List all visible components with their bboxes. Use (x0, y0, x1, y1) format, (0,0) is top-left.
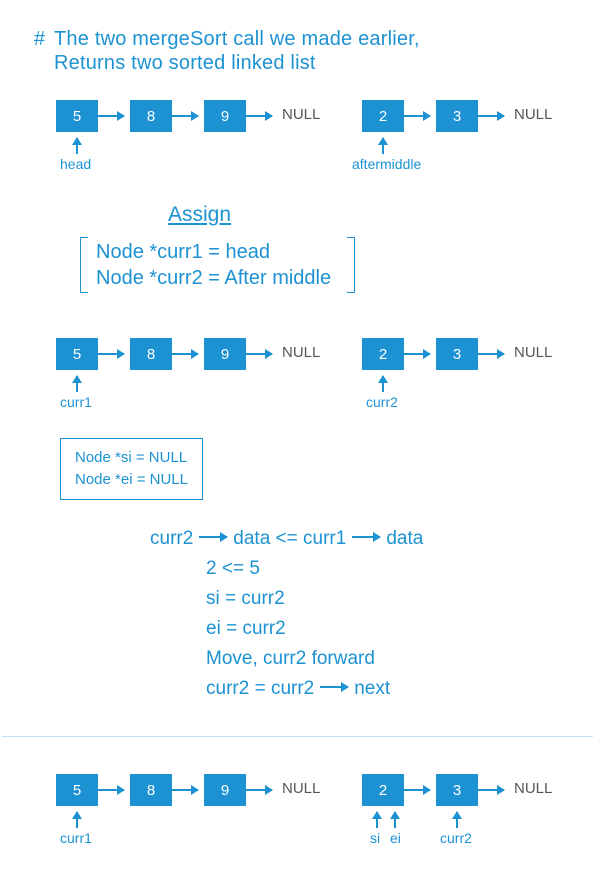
node: 2 (362, 100, 404, 132)
text: curr2 = curr2 (206, 678, 314, 699)
null-label: NULL (282, 344, 320, 361)
hash-mark: # (34, 28, 45, 51)
arrow-icon (478, 115, 504, 117)
arrow-icon (172, 789, 198, 791)
pointer-label-aftermiddle: aftermiddle (352, 156, 421, 172)
assign-code: Node *curr1 = head Node *curr2 = After m… (96, 239, 331, 291)
arrow-icon (172, 353, 198, 355)
node: 9 (204, 100, 246, 132)
arrow-up-icon (456, 812, 458, 828)
arrow-icon (246, 115, 272, 117)
arrow-up-icon (382, 376, 384, 392)
arrow-up-icon (394, 812, 396, 828)
arrow-icon (246, 353, 272, 355)
node: 2 (362, 338, 404, 370)
pointer-label-curr1: curr1 (60, 394, 92, 410)
node: 2 (362, 774, 404, 806)
arrow-icon (320, 686, 348, 688)
pointer-label-curr2: curr2 (440, 830, 472, 846)
arrow-up-icon (382, 138, 384, 154)
assign-heading: Assign (168, 203, 231, 227)
code-line: Node *curr2 = After middle (96, 265, 331, 291)
arrow-icon (98, 353, 124, 355)
logic-line: curr2 = curr2 next (150, 674, 423, 704)
arrow-icon (404, 789, 430, 791)
null-label: NULL (514, 106, 552, 123)
node: 3 (436, 338, 478, 370)
arrow-up-icon (76, 376, 78, 392)
arrow-icon (404, 353, 430, 355)
arrow-icon (478, 353, 504, 355)
pointer-label-ei: ei (390, 830, 401, 846)
node: 9 (204, 338, 246, 370)
arrow-up-icon (376, 812, 378, 828)
node: 5 (56, 774, 98, 806)
arrow-up-icon (76, 138, 78, 154)
logic-block: curr2 data <= curr1 data 2 <= 5 si = curr2… (150, 524, 423, 704)
arrow-icon (478, 789, 504, 791)
title-line-1: The two mergeSort call we made earlier, (54, 28, 420, 51)
node: 3 (436, 100, 478, 132)
node: 3 (436, 774, 478, 806)
arrow-icon (172, 115, 198, 117)
null-label: NULL (282, 780, 320, 797)
title-line-2: Returns two sorted linked list (54, 52, 316, 75)
arrow-up-icon (76, 812, 78, 828)
node: 8 (130, 338, 172, 370)
arrow-icon (404, 115, 430, 117)
null-label: NULL (514, 780, 552, 797)
null-label: NULL (282, 106, 320, 123)
logic-line: ei = curr2 (150, 614, 423, 644)
node: 9 (204, 774, 246, 806)
bracket-left-icon (80, 237, 88, 293)
text: next (354, 678, 390, 699)
text: curr2 (150, 528, 193, 549)
node: 5 (56, 100, 98, 132)
logic-line: Move, curr2 forward (150, 644, 423, 674)
pointer-label-curr2: curr2 (366, 394, 398, 410)
pointer-label-si: si (370, 830, 380, 846)
null-label: NULL (514, 344, 552, 361)
logic-line: curr2 data <= curr1 data (150, 524, 423, 554)
text: data (386, 528, 423, 549)
logic-line: 2 <= 5 (150, 554, 423, 584)
arrow-icon (246, 789, 272, 791)
pointer-label-curr1: curr1 (60, 830, 92, 846)
code-line: Node *si = NULL (75, 447, 188, 469)
arrow-icon (199, 536, 227, 538)
code-line: Node *ei = NULL (75, 469, 188, 491)
code-line: Node *curr1 = head (96, 239, 331, 265)
node: 8 (130, 100, 172, 132)
arrow-icon (352, 536, 380, 538)
logic-line: si = curr2 (150, 584, 423, 614)
node: 8 (130, 774, 172, 806)
arrow-icon (98, 115, 124, 117)
pointer-label-head: head (60, 156, 91, 172)
text: data <= curr1 (233, 528, 346, 549)
init-box: Node *si = NULL Node *ei = NULL (60, 438, 203, 500)
divider (2, 736, 593, 737)
bracket-right-icon (347, 237, 355, 293)
arrow-icon (98, 789, 124, 791)
node: 5 (56, 338, 98, 370)
